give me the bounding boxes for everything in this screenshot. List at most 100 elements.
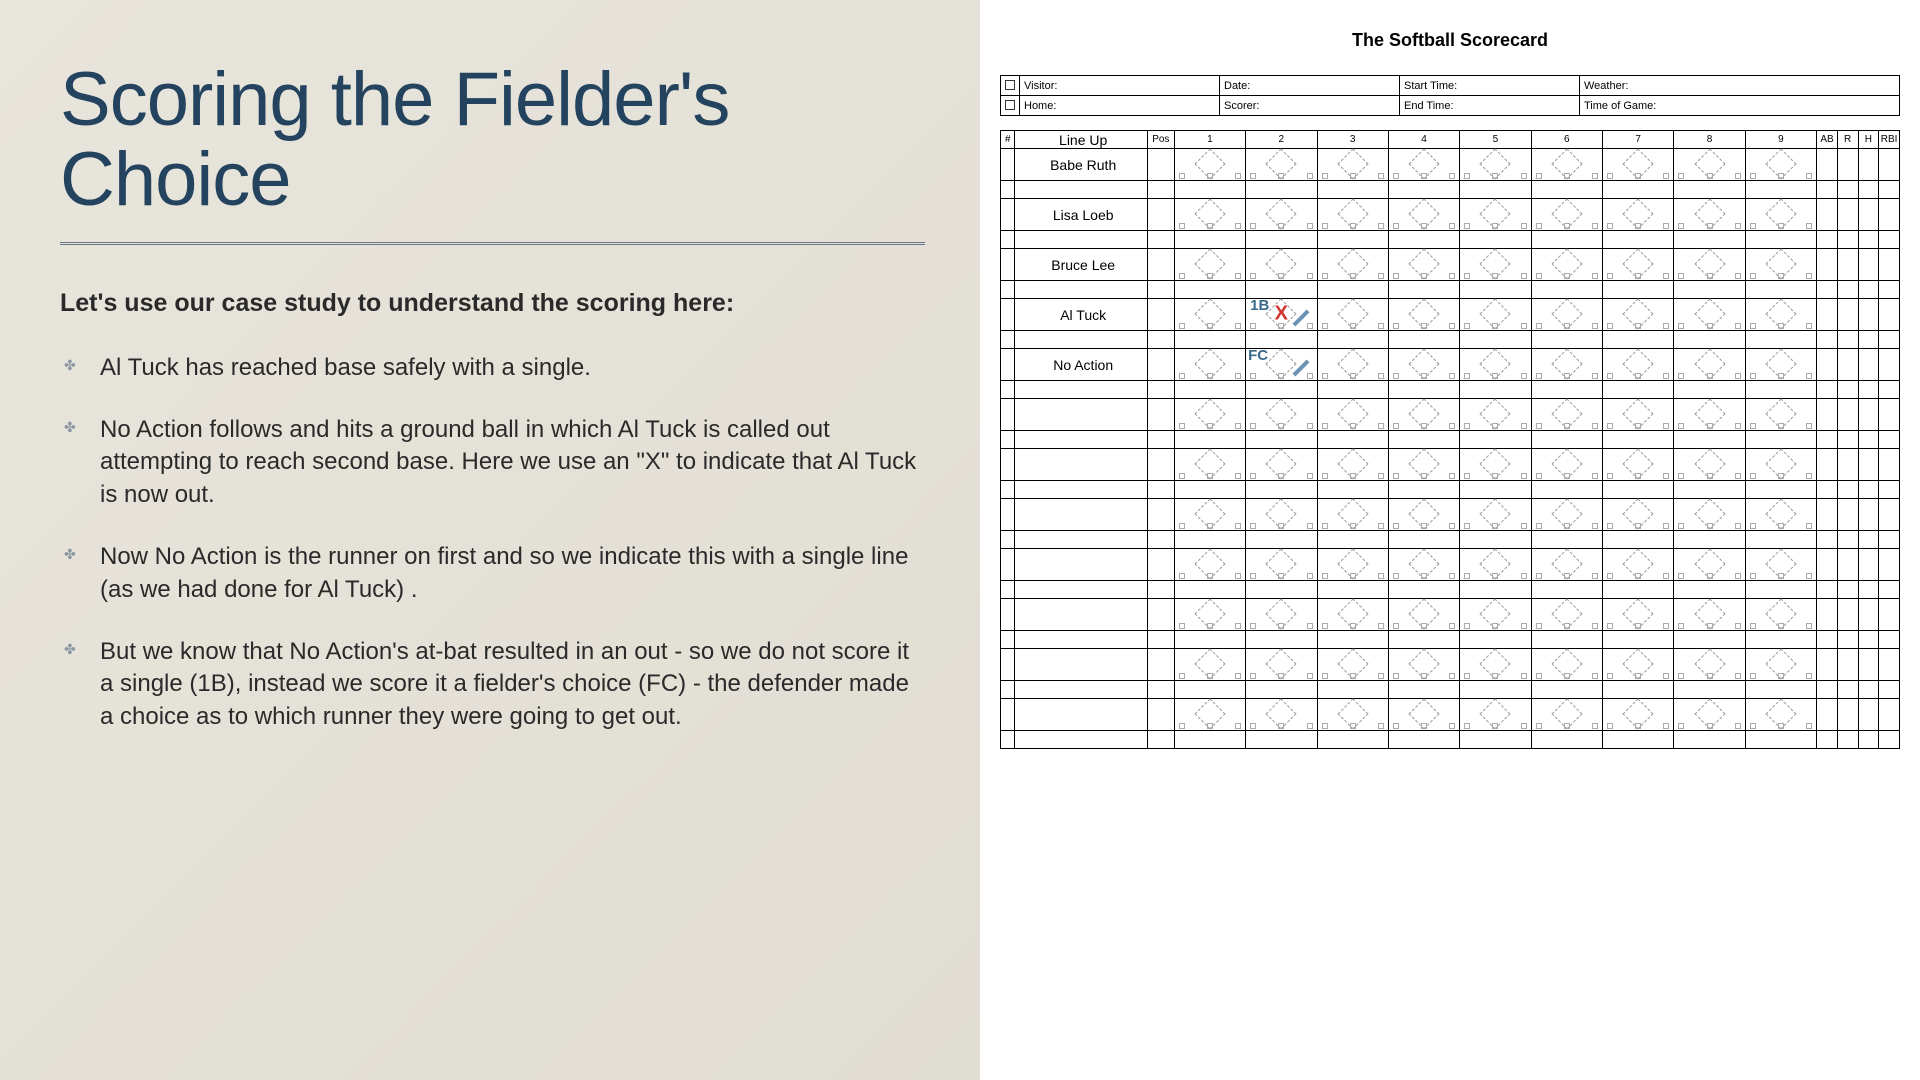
stat-cell	[1879, 399, 1900, 431]
inning-cell	[1246, 449, 1317, 481]
inning-cell	[1460, 299, 1531, 331]
inning-cell	[1388, 349, 1459, 381]
scorecard-title: The Softball Scorecard	[1000, 30, 1900, 51]
inning-cell	[1246, 699, 1317, 731]
player-sub-row	[1001, 481, 1900, 499]
header-inning: 7	[1603, 131, 1674, 149]
inning-cell	[1745, 499, 1816, 531]
inning-cell	[1246, 549, 1317, 581]
inning-cell	[1317, 249, 1388, 281]
inning-cell	[1388, 399, 1459, 431]
visitor-label: Visitor:	[1020, 76, 1220, 96]
annotation-fc: FC	[1248, 347, 1268, 364]
inning-cell	[1246, 199, 1317, 231]
stat-cell	[1837, 699, 1858, 731]
stat-cell	[1858, 199, 1879, 231]
inning-cell	[1388, 149, 1459, 181]
player-num	[1001, 249, 1015, 281]
stat-cell	[1817, 499, 1838, 531]
inning-cell	[1388, 299, 1459, 331]
inning-cell	[1246, 599, 1317, 631]
inning-cell	[1388, 499, 1459, 531]
stat-cell	[1837, 299, 1858, 331]
player-sub-row	[1001, 631, 1900, 649]
header-rbi: RBI	[1879, 131, 1900, 149]
stat-cell	[1879, 599, 1900, 631]
player-name: Bruce Lee	[1015, 249, 1147, 281]
inning-cell	[1388, 449, 1459, 481]
inning-cell	[1745, 149, 1816, 181]
player-pos	[1147, 599, 1174, 631]
weather-label: Weather:	[1580, 76, 1900, 96]
stat-cell	[1817, 549, 1838, 581]
inning-cell	[1674, 199, 1745, 231]
header-inning: 9	[1745, 131, 1816, 149]
header-pos: Pos	[1147, 131, 1174, 149]
stat-cell	[1879, 199, 1900, 231]
player-sub-row	[1001, 181, 1900, 199]
inning-cell	[1745, 699, 1816, 731]
inning-cell	[1317, 299, 1388, 331]
player-row: Al Tuck1BX	[1001, 299, 1900, 331]
inning-cell	[1174, 299, 1245, 331]
player-sub-row	[1001, 231, 1900, 249]
end-time-label: End Time:	[1400, 96, 1580, 116]
inning-cell	[1745, 399, 1816, 431]
inning-cell	[1531, 399, 1602, 431]
annotation-out-x: X	[1275, 302, 1288, 325]
inning-cell	[1531, 599, 1602, 631]
inning-cell	[1388, 599, 1459, 631]
bullet-list: Al Tuck has reached base safely with a s…	[60, 352, 925, 734]
stat-cell	[1879, 699, 1900, 731]
player-num	[1001, 399, 1015, 431]
player-name	[1015, 399, 1147, 431]
player-row	[1001, 699, 1900, 731]
inning-cell	[1603, 649, 1674, 681]
header-r: R	[1837, 131, 1858, 149]
stat-cell	[1837, 349, 1858, 381]
bullet-item: Al Tuck has reached base safely with a s…	[60, 352, 925, 384]
inning-cell	[1460, 499, 1531, 531]
player-num	[1001, 349, 1015, 381]
player-row	[1001, 399, 1900, 431]
inning-cell	[1674, 649, 1745, 681]
stat-cell	[1858, 149, 1879, 181]
inning-cell: 1BX	[1246, 299, 1317, 331]
inning-cell	[1388, 649, 1459, 681]
player-name	[1015, 649, 1147, 681]
player-row: Bruce Lee	[1001, 249, 1900, 281]
player-sub-row	[1001, 731, 1900, 749]
inning-cell	[1745, 299, 1816, 331]
slide-subtitle: Let's use our case study to understand t…	[60, 289, 925, 318]
inning-cell	[1603, 249, 1674, 281]
stat-cell	[1879, 149, 1900, 181]
stat-cell	[1817, 299, 1838, 331]
stat-cell	[1858, 649, 1879, 681]
player-pos	[1147, 549, 1174, 581]
inning-cell	[1531, 249, 1602, 281]
header-h: H	[1858, 131, 1879, 149]
inning-cell	[1317, 399, 1388, 431]
inning-cell	[1246, 499, 1317, 531]
player-row	[1001, 599, 1900, 631]
inning-cell	[1174, 449, 1245, 481]
player-pos	[1147, 349, 1174, 381]
header-num: #	[1001, 131, 1015, 149]
stat-cell	[1858, 249, 1879, 281]
stat-cell	[1837, 449, 1858, 481]
inning-cell	[1174, 399, 1245, 431]
bullet-item: But we know that No Action's at-bat resu…	[60, 636, 925, 733]
inning-cell	[1460, 649, 1531, 681]
stat-cell	[1879, 249, 1900, 281]
inning-cell	[1460, 249, 1531, 281]
inning-cell	[1174, 149, 1245, 181]
inning-cell	[1174, 599, 1245, 631]
inning-cell	[1460, 199, 1531, 231]
slide-title: Scoring the Fielder's Choice	[60, 60, 925, 220]
inning-cell	[1674, 299, 1745, 331]
player-num	[1001, 599, 1015, 631]
player-sub-row	[1001, 281, 1900, 299]
game-info-table: Visitor: Date: Start Time: Weather: Home…	[1000, 75, 1900, 116]
player-pos	[1147, 149, 1174, 181]
inning-cell	[1174, 349, 1245, 381]
